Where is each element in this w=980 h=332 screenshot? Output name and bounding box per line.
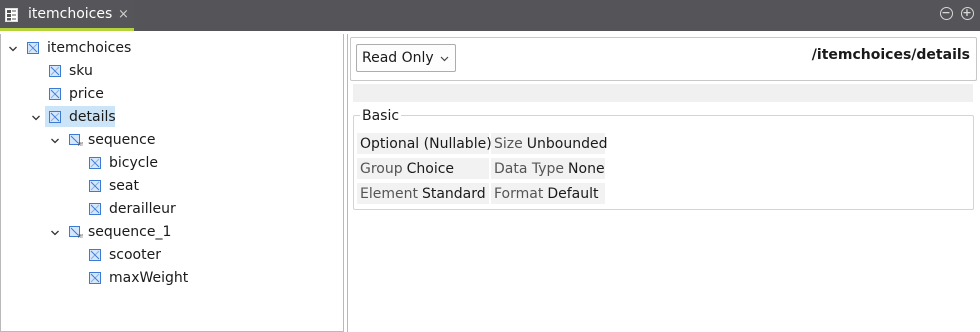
editor-tab-bar: itemchoices × − + — [0, 0, 980, 31]
tree-node-seat[interactable]: seat — [89, 175, 139, 196]
tree-node-sequence[interactable]: m sequence — [69, 129, 155, 150]
prop-key: Size — [494, 135, 523, 152]
tree-node-label: maxWeight — [109, 269, 189, 286]
element-icon — [89, 156, 101, 169]
element-icon — [27, 41, 39, 54]
prop-value: Default — [547, 185, 599, 202]
info-bar — [353, 84, 973, 102]
chevron-down-icon[interactable] — [50, 136, 60, 146]
basic-properties-group: Basic Optional (Nullable) Size Unbounded… — [353, 108, 974, 210]
tree-node-sku[interactable]: sku — [49, 60, 93, 81]
prop-value: Unbounded — [526, 135, 608, 152]
prop-value: Choice — [406, 160, 455, 177]
mode-dropdown[interactable]: Read Only — [356, 44, 456, 72]
tree-node-sequence-1[interactable]: m sequence_1 — [69, 221, 171, 242]
model-group-icon: m — [69, 133, 83, 146]
minus-icon: − — [941, 6, 951, 19]
prop-value: Standard — [421, 185, 486, 202]
prop-key: Optional (Nullable) — [360, 135, 492, 152]
element-icon — [89, 179, 101, 192]
minimize-button[interactable]: − — [940, 7, 953, 20]
tree-node-label: seat — [109, 177, 139, 194]
prop-format[interactable]: Format Default — [491, 183, 605, 204]
prop-key: Data Type — [494, 160, 565, 177]
chevron-down-icon[interactable] — [31, 113, 41, 123]
model-group-icon: m — [69, 225, 83, 238]
element-icon — [89, 202, 101, 215]
tree-node-maxweight[interactable]: maxWeight — [89, 267, 188, 288]
editor-tab-title: itemchoices — [28, 6, 113, 22]
element-icon — [89, 271, 101, 284]
tree-node-label: sku — [69, 62, 93, 79]
prop-key: Group — [360, 160, 403, 177]
prop-element[interactable]: Element Standard — [357, 183, 489, 204]
element-icon — [89, 248, 101, 261]
chevron-down-icon — [440, 56, 449, 62]
details-header: Read Only /itemchoices/details — [350, 37, 977, 81]
schema-editor-icon — [5, 8, 18, 22]
tree-node-scooter[interactable]: scooter — [89, 244, 161, 265]
tree-node-derailleur[interactable]: derailleur — [89, 198, 176, 219]
tree-node-label: details — [69, 108, 116, 125]
chevron-down-icon[interactable] — [8, 44, 18, 54]
element-path-title: /itemchoices/details — [811, 47, 970, 63]
prop-size[interactable]: Size Unbounded — [491, 133, 608, 154]
tree-node-label: bicycle — [109, 154, 158, 171]
prop-optional-nullable[interactable]: Optional (Nullable) — [357, 133, 492, 154]
tree-node-label: price — [69, 85, 104, 102]
tree-node-itemchoices[interactable]: itemchoices — [27, 37, 131, 58]
prop-key: Format — [494, 185, 544, 202]
close-icon[interactable]: × — [118, 8, 129, 22]
element-icon — [49, 110, 61, 123]
schema-tree-panel: itemchoices sku price details m sequence… — [0, 34, 344, 332]
element-icon — [49, 64, 61, 77]
tree-node-price[interactable]: price — [49, 83, 104, 104]
tree-node-label: derailleur — [109, 200, 176, 217]
tree-node-label: scooter — [109, 246, 161, 263]
tree-node-details[interactable]: details — [45, 106, 116, 127]
element-icon — [49, 87, 61, 100]
mode-dropdown-value: Read Only — [362, 50, 434, 66]
chevron-down-icon[interactable] — [50, 228, 60, 238]
tree-node-bicycle[interactable]: bicycle — [89, 152, 158, 173]
tree-node-label: sequence_1 — [88, 223, 172, 240]
group-title: Basic — [360, 108, 402, 124]
plus-icon: + — [962, 6, 972, 19]
tree-node-label: itemchoices — [47, 39, 132, 56]
prop-value: None — [568, 160, 605, 177]
svg-text:m: m — [78, 141, 83, 146]
editor-tab-itemchoices[interactable]: itemchoices × — [0, 0, 134, 31]
tree-node-label: sequence — [88, 131, 156, 148]
maximize-button[interactable]: + — [961, 7, 974, 20]
svg-text:m: m — [78, 233, 83, 238]
prop-key: Element — [360, 185, 418, 202]
prop-group[interactable]: Group Choice — [357, 158, 489, 179]
details-panel: Read Only /itemchoices/details Basic Opt… — [347, 34, 980, 332]
prop-data-type[interactable]: Data Type None — [491, 158, 605, 179]
